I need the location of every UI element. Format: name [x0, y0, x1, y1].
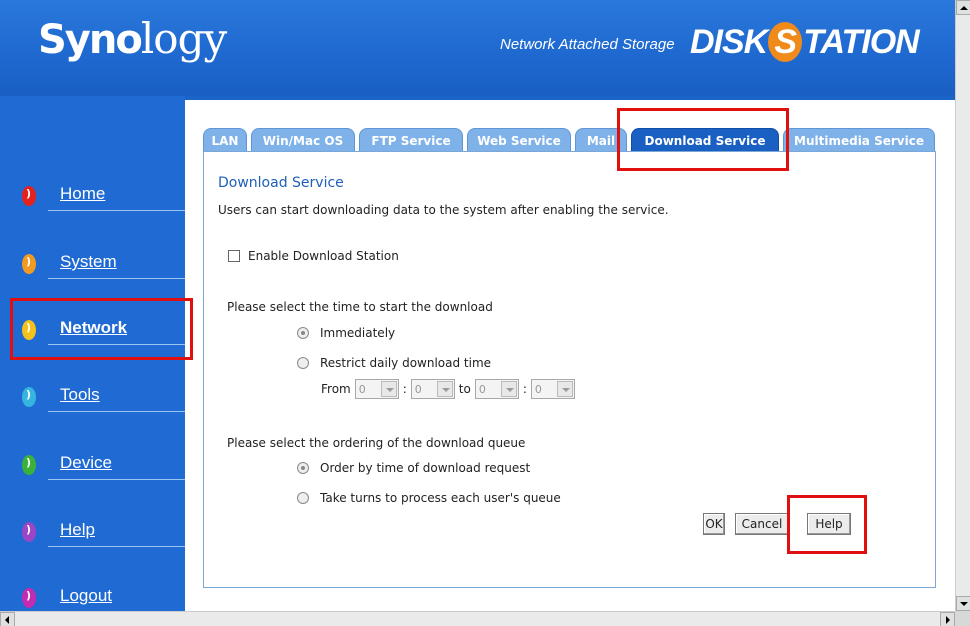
sidebar-item-label[interactable]: Device [60, 453, 112, 473]
from-minute-select[interactable]: 0 [410, 379, 455, 399]
enable-download-station-checkbox[interactable] [228, 250, 240, 262]
enable-download-station-row[interactable]: Enable Download Station [228, 249, 399, 263]
radio-restrict-daily[interactable]: Restrict daily download time [297, 356, 491, 370]
tab-web-service[interactable]: Web Service [467, 128, 571, 152]
scroll-up-button[interactable] [956, 0, 970, 15]
divider [48, 278, 198, 279]
chevron-down-icon [436, 381, 453, 397]
radio-label: Restrict daily download time [320, 356, 492, 370]
radio-label: Order by time of download request [320, 461, 531, 475]
sidebar-item-label[interactable]: Home [60, 184, 105, 204]
bullet-icon [22, 186, 36, 206]
sidebar-item-home[interactable]: Home [18, 180, 198, 211]
sidebar-item-device[interactable]: Device [18, 449, 198, 480]
header-banner: Synology Network Attached Storage DISK S T… [0, 0, 955, 96]
scrollbar-corner [955, 611, 970, 626]
divider [48, 411, 198, 412]
sidebar-item-label[interactable]: Help [60, 520, 95, 540]
colon-separator: : [522, 382, 527, 396]
bullet-icon [22, 387, 36, 407]
select-value: 0 [358, 382, 366, 396]
tab-multimedia-service[interactable]: Multimedia Service [783, 128, 935, 152]
to-label: to [458, 382, 471, 396]
radio-button[interactable] [297, 327, 309, 339]
bullet-icon [22, 254, 36, 274]
enable-download-station-label: Enable Download Station [248, 249, 399, 263]
radio-immediately[interactable]: Immediately [297, 326, 395, 340]
order-section-label: Please select the ordering of the downlo… [227, 436, 526, 450]
highlight-download-service-tab [617, 108, 789, 171]
radio-take-turns[interactable]: Take turns to process each user's queue [297, 491, 561, 505]
divider [48, 210, 198, 211]
synology-logo: Synology [38, 14, 227, 63]
from-label: From [321, 382, 351, 396]
sidebar-item-label[interactable]: Logout [60, 586, 112, 606]
highlight-help-button [787, 495, 867, 554]
sidebar-item-help[interactable]: Help [18, 516, 198, 547]
to-hour-select[interactable]: 0 [474, 379, 519, 399]
select-value: 0 [478, 382, 486, 396]
tab-win-mac-os[interactable]: Win/Mac OS [251, 128, 355, 152]
from-hour-select[interactable]: 0 [354, 379, 399, 399]
sidebar-item-logout[interactable]: Logout [18, 582, 198, 613]
radio-label: Take turns to process each user's queue [320, 491, 561, 505]
page-title: Download Service [218, 175, 344, 191]
sidebar-item-label[interactable]: System [60, 252, 117, 272]
radio-order-by-time[interactable]: Order by time of download request [297, 461, 530, 475]
left-arrow-icon [5, 616, 9, 624]
chevron-down-icon [500, 381, 517, 397]
divider [48, 546, 198, 547]
divider [48, 479, 198, 480]
colon-separator: : [402, 382, 407, 396]
chevron-down-icon [556, 381, 573, 397]
select-value: 0 [534, 382, 542, 396]
scroll-right-button[interactable] [940, 612, 955, 626]
bullet-icon [22, 522, 36, 542]
header-tagline: Network Attached Storage [500, 36, 675, 53]
right-arrow-icon [946, 616, 950, 624]
scroll-down-button[interactable] [956, 596, 970, 611]
to-minute-select[interactable]: 0 [530, 379, 575, 399]
scroll-left-button[interactable] [0, 612, 15, 626]
diskstation-logo: DISK S TATION [690, 22, 920, 62]
sidebar-item-label[interactable]: Tools [60, 385, 100, 405]
highlight-network-item [10, 298, 193, 360]
page-description: Users can start downloading data to the … [218, 203, 669, 217]
horizontal-scrollbar[interactable] [0, 611, 955, 626]
cancel-button[interactable]: Cancel [735, 513, 789, 535]
sidebar-item-system[interactable]: System [18, 248, 198, 279]
down-arrow-icon [960, 602, 968, 606]
select-value: 0 [414, 382, 422, 396]
chevron-down-icon [380, 381, 397, 397]
radio-button[interactable] [297, 357, 309, 369]
radio-label: Immediately [320, 326, 396, 340]
sidebar-item-tools[interactable]: Tools [18, 381, 198, 412]
download-time-range: From 0 : 0 to 0 : 0 [321, 379, 575, 399]
time-section-label: Please select the time to start the down… [227, 300, 493, 314]
bullet-icon [22, 455, 36, 475]
ok-button[interactable]: OK [703, 513, 725, 535]
bullet-icon [22, 588, 36, 608]
radio-button[interactable] [297, 492, 309, 504]
vertical-scrollbar[interactable] [955, 0, 970, 611]
radio-button[interactable] [297, 462, 309, 474]
tab-ftp-service[interactable]: FTP Service [359, 128, 463, 152]
tab-lan[interactable]: LAN [203, 128, 247, 152]
up-arrow-icon [960, 6, 968, 10]
